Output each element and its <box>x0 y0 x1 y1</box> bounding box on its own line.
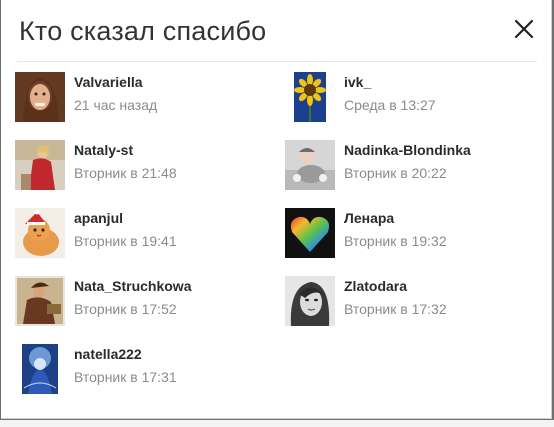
timestamp: 21 час назад <box>74 97 158 113</box>
user-item[interactable]: Nata_Struchkowa Вторник в 17:52 <box>15 274 285 342</box>
username[interactable]: ivk_ <box>344 74 436 90</box>
sketch-portrait-avatar[interactable] <box>285 276 335 326</box>
username[interactable]: Nadinka-Blondinka <box>344 142 471 158</box>
woman-portrait-avatar[interactable] <box>15 72 65 122</box>
user-item[interactable]: Valvariella 21 час назад <box>15 70 285 138</box>
timestamp: Вторник в 17:52 <box>74 301 177 317</box>
username[interactable]: natella222 <box>74 346 177 362</box>
user-item[interactable]: apanjul Вторник в 19:41 <box>15 206 285 274</box>
timestamp: Вторник в 17:32 <box>344 301 447 317</box>
close-icon[interactable] <box>511 16 537 42</box>
timestamp: Вторник в 19:32 <box>344 233 447 249</box>
page-background-strip <box>0 420 554 427</box>
timestamp: Вторник в 21:48 <box>74 165 177 181</box>
rainbow-heart-avatar[interactable] <box>285 208 335 258</box>
username[interactable]: Zlatodara <box>344 278 447 294</box>
dialog-title: Кто сказал спасибо <box>19 16 267 46</box>
red-dress-avatar[interactable] <box>15 140 65 190</box>
user-item[interactable]: Nataly-st Вторник в 21:48 <box>15 138 285 206</box>
user-item[interactable]: ivk_ Среда в 13:27 <box>285 70 539 138</box>
user-item[interactable]: natella222 Вторник в 17:31 <box>15 342 285 410</box>
user-item[interactable]: Ленара Вторник в 19:32 <box>285 206 539 274</box>
cat-santa-avatar[interactable] <box>15 208 65 258</box>
username[interactable]: apanjul <box>74 210 177 226</box>
timestamp: Вторник в 17:31 <box>74 369 177 385</box>
user-item[interactable]: Nadinka-Blondinka Вторник в 20:22 <box>285 138 539 206</box>
sunflower-avatar[interactable] <box>294 72 326 122</box>
user-item[interactable]: Zlatodara Вторник в 17:32 <box>285 274 539 342</box>
username[interactable]: Valvariella <box>74 74 157 90</box>
username[interactable]: Nataly-st <box>74 142 177 158</box>
username[interactable]: Ленара <box>344 210 447 226</box>
thanked-users-list: Valvariella 21 час назад ivk_ Среда в 13… <box>15 70 539 410</box>
username[interactable]: Nata_Struchkowa <box>74 278 191 294</box>
timestamp: Вторник в 20:22 <box>344 165 447 181</box>
thanks-dialog: Кто сказал спасибо Valvariella 21 час на… <box>1 0 552 419</box>
timestamp: Вторник в 19:41 <box>74 233 177 249</box>
timestamp: Среда в 13:27 <box>344 97 436 113</box>
fantasy-blue-avatar[interactable] <box>22 344 58 394</box>
painting-avatar[interactable] <box>15 276 65 326</box>
dialog-header: Кто сказал спасибо <box>17 10 537 62</box>
baby-avatar[interactable] <box>285 140 335 190</box>
